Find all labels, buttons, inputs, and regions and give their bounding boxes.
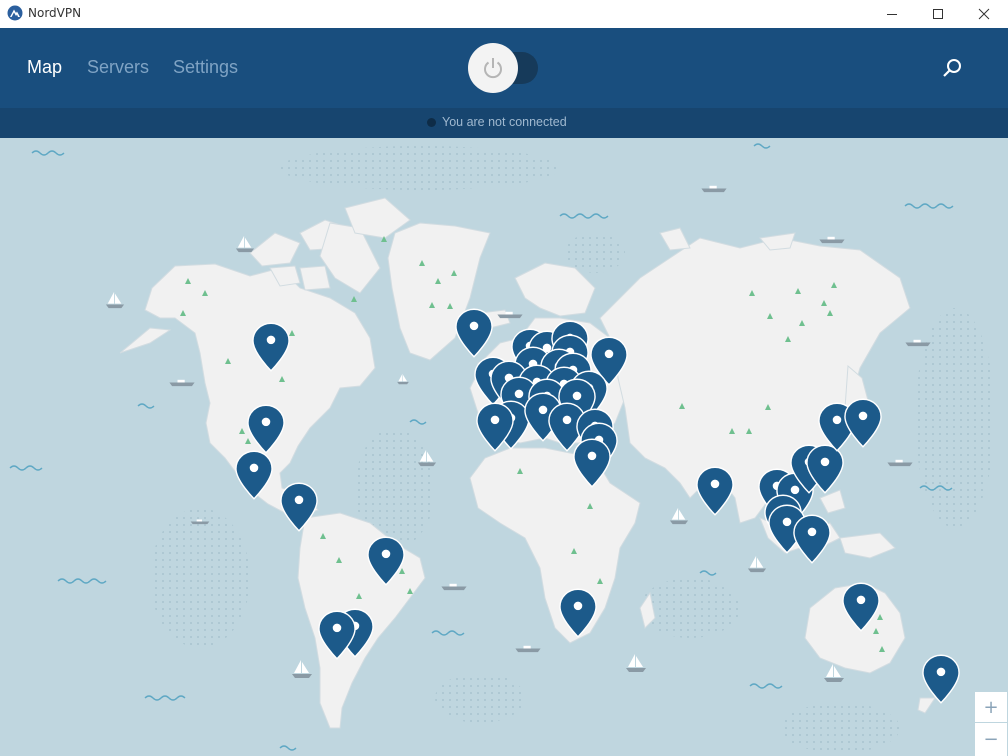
status-text: You are not connected: [442, 115, 567, 129]
tab-map[interactable]: Map: [27, 57, 62, 78]
maximize-icon: [933, 9, 943, 19]
map-pin[interactable]: [696, 466, 734, 516]
maximize-button[interactable]: [915, 0, 961, 28]
world-map[interactable]: [0, 138, 1008, 756]
map-pin[interactable]: [922, 654, 960, 704]
connection-toggle[interactable]: [468, 43, 540, 93]
zoom-in-button[interactable]: +: [975, 692, 1007, 722]
connection-status-bar: You are not connected: [0, 108, 1008, 138]
nordvpn-logo-icon: [7, 5, 23, 21]
zoom-out-button[interactable]: −: [975, 723, 1007, 756]
search-icon[interactable]: [940, 56, 964, 80]
tab-servers[interactable]: Servers: [87, 57, 149, 78]
minimize-icon: [887, 14, 897, 15]
window-titlebar: NordVPN: [0, 0, 1008, 28]
close-icon: [978, 8, 990, 20]
map-pin[interactable]: [793, 514, 831, 564]
minimize-button[interactable]: [869, 0, 915, 28]
asia: [599, 237, 911, 524]
africa: [469, 447, 641, 644]
map-pin[interactable]: [844, 398, 882, 448]
app-header: Map Servers Settings: [0, 28, 1008, 108]
map-pin[interactable]: [455, 308, 493, 358]
close-button[interactable]: [961, 0, 1007, 28]
toggle-knob[interactable]: [468, 43, 518, 93]
status-indicator: [427, 118, 436, 127]
power-icon: [484, 58, 502, 79]
window-title: NordVPN: [28, 6, 82, 20]
tab-settings[interactable]: Settings: [173, 57, 238, 78]
